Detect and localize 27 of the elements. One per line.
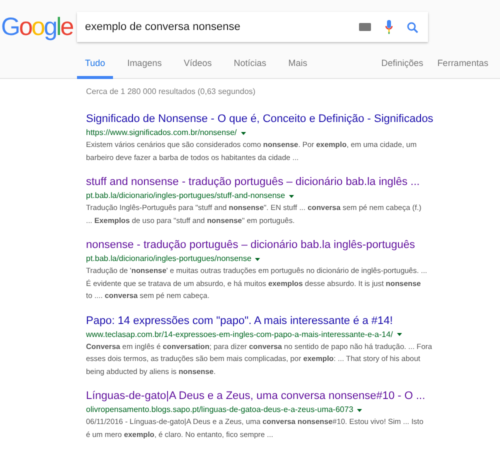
logo[interactable]: Google (0, 12, 77, 42)
tab[interactable]: Tudo (77, 52, 114, 79)
result-url: https://www.significados.com.br/nonsense/ (86, 127, 237, 139)
search-field[interactable]: exemplo de conversa nonsense (77, 12, 428, 42)
result-title[interactable]: nonsense - tradução português – dicionário bab.la inglês-português (86, 238, 500, 252)
dropdown-arrow-icon[interactable] (240, 132, 246, 134)
result-url: olivropensamento.blogs.sapo.pt/linguas-de-gatoa-deus-e-a-zeus-uma-6073 (86, 404, 354, 416)
tab[interactable]: Imagens (119, 52, 170, 79)
dropdown-arrow-icon[interactable] (255, 258, 260, 260)
tab[interactable]: Notícias (226, 52, 274, 79)
microphone-icon[interactable] (385, 20, 393, 34)
tab[interactable]: Mais (280, 52, 316, 79)
result-title[interactable]: Línguas-de-gato|A Deus e a Zeus, uma conversa nonsense#10 - O ... (86, 389, 500, 403)
result-stats: Cerca de 1 280 000 resultados (0,63 segundos) (86, 86, 256, 98)
dropdown-arrow-icon[interactable] (396, 333, 402, 336)
tools-link[interactable]: Ferramentas (437, 52, 488, 79)
result-title[interactable]: Significado de Nonsense - O que é, Conceito e Definição - Significados (86, 112, 500, 126)
result-url: pt.bab.la/dicionario/ingles-portugues/nonsense (86, 253, 252, 265)
search-icon[interactable] (407, 22, 418, 32)
tab[interactable]: Vídeos (176, 52, 220, 79)
result-title[interactable]: Papo: 14 expressões com "papo". A mais interessante é a #14! (86, 314, 500, 328)
tools-link[interactable]: Definições (381, 52, 424, 79)
result-title[interactable]: stuff and nonsense - tradução português – dicionário bab.la inglês ... (86, 175, 500, 189)
result-url: www.teclasap.com.br/14-expressoes-em-ingles-com-papo-a-mais-interessante-e-a-14/ (86, 328, 393, 340)
dropdown-arrow-icon[interactable] (289, 194, 294, 198)
dropdown-arrow-icon[interactable] (357, 408, 362, 412)
result-url: pt.bab.la/dicionario/ingles-portugues/stuff-and-nonsense (86, 190, 286, 202)
